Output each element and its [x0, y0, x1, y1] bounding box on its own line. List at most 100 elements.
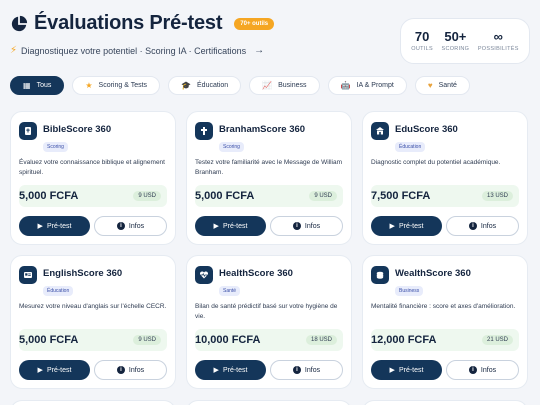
card-category-tag: Santé	[219, 286, 241, 296]
cross-icon	[195, 122, 213, 140]
star-icon: ★	[85, 81, 93, 90]
stats-panel: 70 OUTILS 50+ SCORING ∞ POSSIBILITÉS	[400, 18, 530, 64]
heartbeat-icon	[195, 266, 213, 284]
chart-icon: 📈	[262, 81, 273, 90]
tool-card: EnglishScore 360 Éducation Mesurez votre…	[10, 255, 176, 389]
pretest-button[interactable]: ▶ Pré-test	[195, 360, 266, 380]
filter-education[interactable]: 🎓 Éducation	[168, 76, 242, 95]
price-fcfa: 10,000 FCFA	[195, 334, 261, 346]
info-button[interactable]: i Infos	[94, 360, 167, 380]
card-category-tag: Scoring	[43, 142, 68, 152]
info-button[interactable]: i Infos	[446, 216, 519, 236]
page: Évaluations Pré-test 70+ outils ⚡ Diagno…	[0, 0, 540, 405]
price-usd: 9 USD	[133, 191, 161, 201]
play-icon: ▶	[37, 223, 43, 230]
graduation-cap-icon: 🎓	[181, 81, 192, 90]
card-category-tag: Éducation	[43, 286, 74, 296]
info-icon: i	[468, 222, 477, 230]
info-button[interactable]: i Infos	[270, 216, 343, 236]
price-fcfa: 12,000 FCFA	[371, 334, 437, 346]
pretest-button[interactable]: ▶ Pré-test	[371, 360, 442, 380]
card-description: Évaluez votre connaissance biblique et a…	[19, 159, 165, 176]
tagline[interactable]: ⚡ Diagnostiquez votre potentiel · Scorin…	[10, 45, 264, 56]
price-box: 5,000 FCFA 9 USD	[195, 185, 343, 207]
page-title: Évaluations Pré-test	[34, 12, 223, 34]
price-usd: 21 USD	[481, 335, 513, 345]
card-description: Diagnostic complet du potentiel académiq…	[371, 159, 501, 166]
price-fcfa: 5,000 FCFA	[195, 190, 255, 202]
filter-scoring[interactable]: ★ Scoring & Tests	[72, 76, 161, 95]
card-category-tag: Éducation	[395, 142, 426, 152]
price-usd: 9 USD	[133, 335, 161, 345]
filter-business[interactable]: 📈 Business	[249, 76, 320, 95]
arrow-right-icon: →	[254, 45, 265, 56]
play-icon: ▶	[389, 367, 395, 374]
price-fcfa: 7,500 FCFA	[371, 190, 431, 202]
lightning-icon: ⚡	[10, 45, 18, 56]
price-box: 12,000 FCFA 21 USD	[371, 329, 519, 351]
info-icon: i	[292, 222, 301, 230]
language-card-icon	[19, 266, 37, 284]
heart-icon: ♥	[427, 81, 433, 90]
filter-health[interactable]: ♥ Santé	[414, 76, 470, 95]
info-button[interactable]: i Infos	[94, 216, 167, 236]
filter-all[interactable]: ▦ Tous	[10, 76, 65, 95]
robot-icon: 🤖	[340, 81, 351, 90]
card-description: Bilan de santé prédictif basé sur votre …	[195, 303, 338, 320]
card-title: EduScore 360	[395, 124, 458, 135]
card-category-tag: Business	[395, 286, 424, 296]
tool-card: WealthScore 360 Business Mentalité finan…	[362, 255, 528, 389]
card-description: Mentalité financière : score et axes d'a…	[371, 303, 516, 310]
play-icon: ▶	[389, 223, 395, 230]
price-box: 7,500 FCFA 13 USD	[371, 185, 519, 207]
card-title: EnglishScore 360	[43, 268, 123, 279]
filter-bar: ▦ Tous ★ Scoring & Tests 🎓 Éducation 📈 B…	[10, 76, 470, 95]
bible-icon	[19, 122, 37, 140]
coins-icon	[371, 266, 389, 284]
card-description: Mesurez votre niveau d'anglais sur l'éch…	[19, 303, 167, 310]
header: Évaluations Pré-test 70+ outils ⚡ Diagno…	[10, 12, 530, 64]
price-usd: 18 USD	[305, 335, 337, 345]
tagline-text: Diagnostiquez votre potentiel · Scoring …	[21, 45, 247, 56]
pretest-button[interactable]: ▶ Pré-test	[371, 216, 442, 236]
price-box: 5,000 FCFA 9 USD	[19, 329, 167, 351]
play-icon: ▶	[37, 367, 43, 374]
stat-tools: 70 OUTILS	[411, 29, 433, 53]
tool-card: BranhamScore 360 Scoring Testez votre fa…	[186, 111, 352, 245]
info-button[interactable]: i Infos	[446, 360, 519, 380]
card-category-tag: Scoring	[219, 142, 244, 152]
play-icon: ▶	[213, 367, 219, 374]
price-fcfa: 5,000 FCFA	[19, 334, 79, 346]
school-icon	[371, 122, 389, 140]
stat-possibilities: ∞ POSSIBILITÉS	[477, 29, 519, 53]
card-title: BibleScore 360	[43, 124, 112, 135]
info-button[interactable]: i Infos	[270, 360, 343, 380]
grid-icon: ▦	[23, 81, 31, 90]
stat-scoring: 50+ SCORING	[441, 29, 470, 53]
pretest-button[interactable]: ▶ Pré-test	[19, 360, 90, 380]
tool-card-partial	[10, 400, 176, 405]
tool-card: HealthScore 360 Santé Bilan de santé pré…	[186, 255, 352, 389]
pie-chart-icon	[11, 15, 28, 31]
tools-count-badge: 70+ outils	[234, 17, 275, 30]
price-box: 10,000 FCFA 18 USD	[195, 329, 343, 351]
tool-card: BibleScore 360 Scoring Évaluez votre con…	[10, 111, 176, 245]
card-title: BranhamScore 360	[219, 124, 306, 135]
tool-card: EduScore 360 Éducation Diagnostic comple…	[362, 111, 528, 245]
pretest-button[interactable]: ▶ Pré-test	[19, 216, 90, 236]
info-icon: i	[292, 366, 301, 374]
price-box: 5,000 FCFA 9 USD	[19, 185, 167, 207]
filter-ai[interactable]: 🤖 IA & Prompt	[327, 76, 407, 95]
card-title: WealthScore 360	[395, 268, 471, 279]
info-icon: i	[468, 366, 477, 374]
info-icon: i	[116, 366, 125, 374]
tool-card-partial	[186, 400, 352, 405]
tool-card-partial	[362, 400, 528, 405]
pretest-button[interactable]: ▶ Pré-test	[195, 216, 266, 236]
play-icon: ▶	[213, 223, 219, 230]
card-description: Testez votre familiarité avec le Message…	[195, 159, 343, 176]
price-usd: 9 USD	[309, 191, 337, 201]
info-icon: i	[116, 222, 125, 230]
price-fcfa: 5,000 FCFA	[19, 190, 79, 202]
price-usd: 13 USD	[481, 191, 513, 201]
